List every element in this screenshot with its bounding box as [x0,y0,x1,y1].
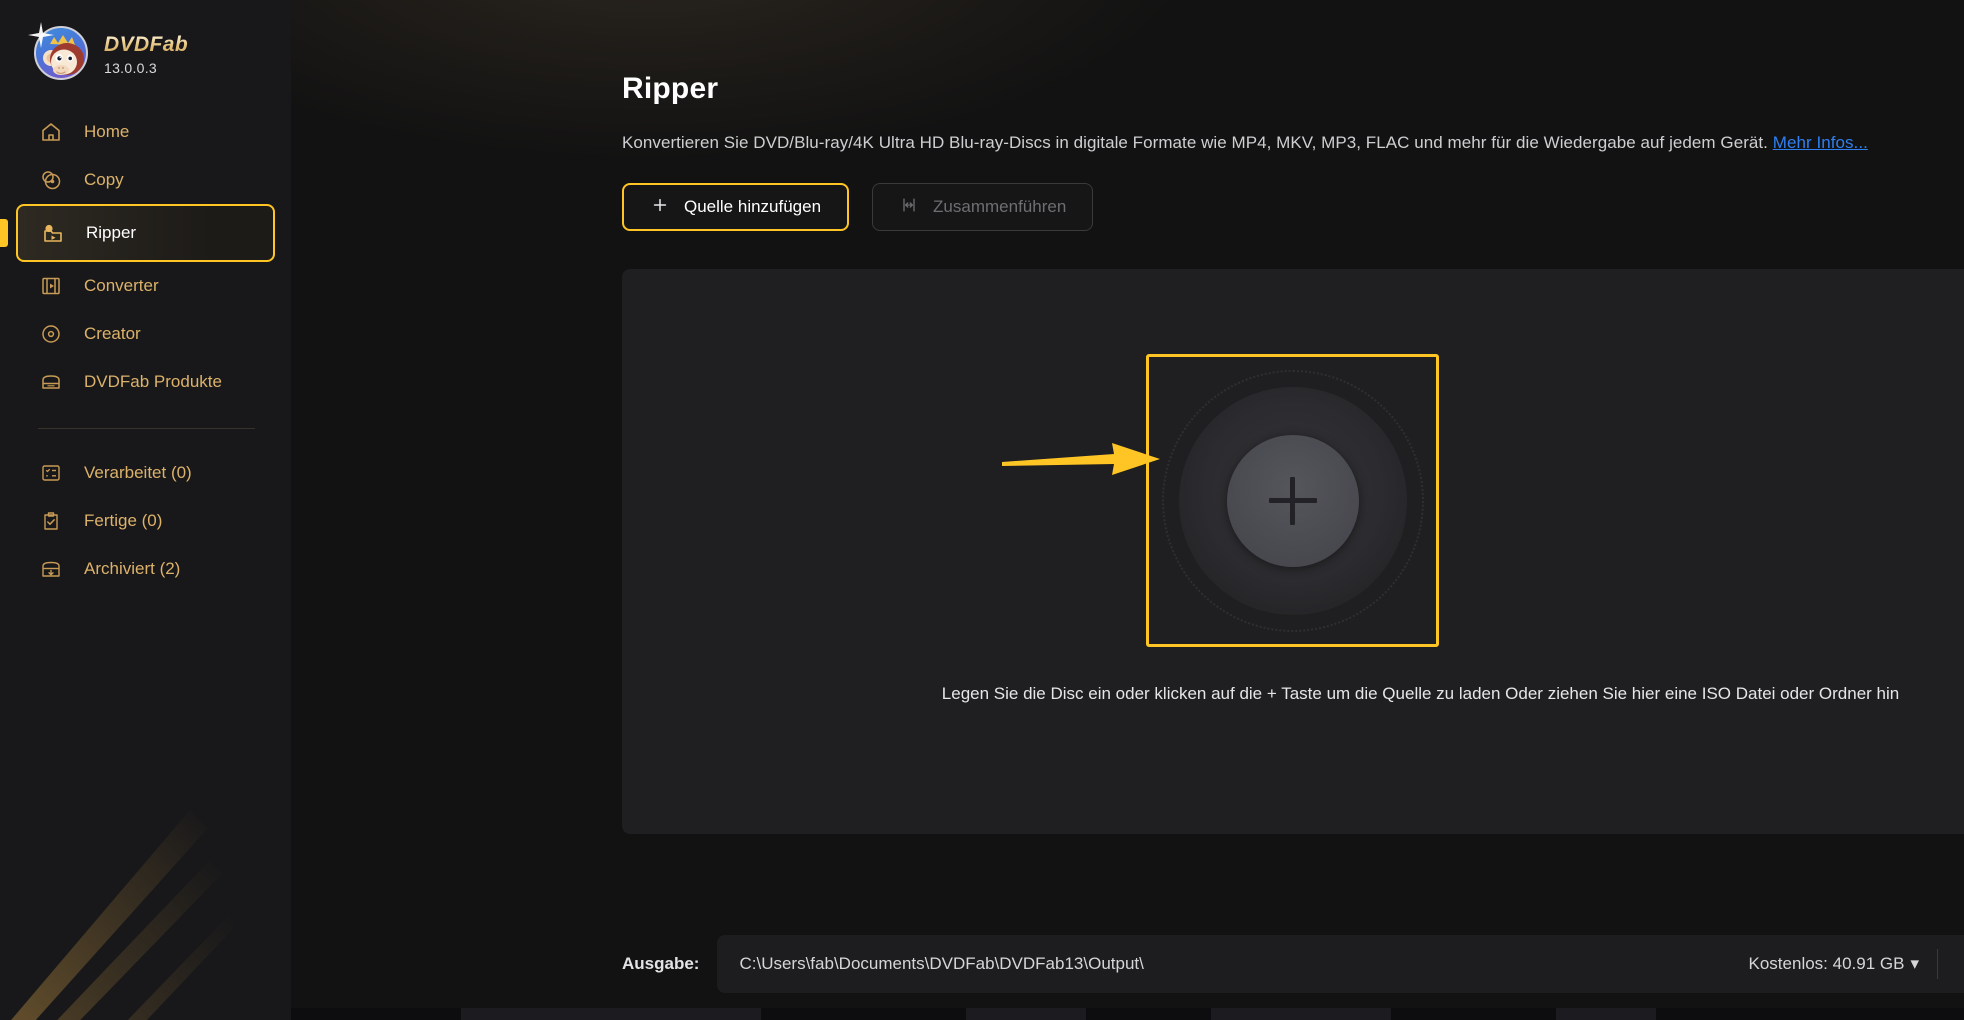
output-path-value: C:\Users\fab\Documents\DVDFab\DVDFab13\O… [739,954,1144,973]
clipboard-check-icon [38,508,64,534]
arrow-right-annotation [1002,443,1160,475]
sidebar-item-dvdfab-produkte[interactable]: DVDFab Produkte [16,358,275,406]
taskbar-strip [291,1008,1964,1020]
free-space-label: Kostenlos: 40.91 GB [1748,954,1905,973]
products-box-icon [38,369,64,395]
active-tab-marker [0,219,8,247]
sidebar-item-label: DVDFab Produkte [84,372,222,391]
sidebar: DVDFab 13.0.0.3 Home Copy Ripper Convert… [0,0,291,1020]
sidebar-item-label: Home [84,122,130,141]
page-description: Konvertieren Sie DVD/Blu-ray/4K Ultra HD… [622,133,1964,153]
sidebar-item-label: Ripper [86,223,137,242]
sidebar-item-copy[interactable]: Copy [16,156,275,204]
output-bar: Ausgabe: C:\Users\fab\Documents\DVDFab\D… [622,935,1964,993]
copy-disc-icon [38,167,64,193]
sidebar-item-archiviert[interactable]: Archiviert (2) [16,545,275,593]
brand-version: 13.0.0.3 [104,59,157,76]
page-title: Ripper [622,72,719,105]
output-path-field[interactable]: C:\Users\fab\Documents\DVDFab\DVDFab13\O… [717,935,1964,993]
archive-box-icon [38,556,64,582]
sidebar-item-verarbeitet[interactable]: Verarbeitet (0) [16,449,275,497]
sparkle-icon [28,22,54,48]
dvdfab-window: DVDFab 13.0.0.3 Home Copy Ripper Convert… [0,0,1964,1020]
page-content: Ripper Konvertieren Sie DVD/Blu-ray/4K U… [291,0,1964,834]
browse-folder-button[interactable] [1952,944,1964,984]
main-area: Ripper Konvertieren Sie DVD/Blu-ray/4K U… [291,0,1964,1020]
merge-button[interactable]: Zusammenführen [872,183,1094,231]
taskbar-chip [461,1008,761,1020]
disc-icon [1178,386,1407,615]
sidebar-item-label: Copy [84,170,124,189]
page-description-text: Konvertieren Sie DVD/Blu-ray/4K Ultra HD… [622,133,1773,152]
dropzone-hint: Legen Sie die Disc ein oder klicken auf … [941,684,1900,703]
sidebar-decorative-glow [11,810,236,1020]
brand-name: DVDFab [104,32,189,56]
disc-hub [1226,434,1359,567]
add-source-disc-button[interactable] [1146,354,1439,647]
more-info-link[interactable]: Mehr Infos... [1773,133,1868,152]
home-icon [38,119,64,145]
sidebar-item-label: Converter [84,276,159,295]
add-source-button[interactable]: Quelle hinzufügen [622,183,850,231]
sidebar-item-fertige[interactable]: Fertige (0) [16,497,275,545]
sidebar-item-ripper[interactable]: Ripper [0,204,275,262]
sidebar-divider [38,428,255,429]
source-dropzone[interactable]: Legen Sie die Disc ein oder klicken auf … [622,269,1964,834]
sidebar-item-home[interactable]: Home [16,108,275,156]
ripper-folder-icon [40,220,66,246]
output-label: Ausgabe: [622,954,700,973]
free-space-dropdown[interactable]: Kostenlos: 40.91 GB ▾ [1749,954,1931,974]
film-strip-icon [38,273,64,299]
brand-block: DVDFab 13.0.0.3 [0,0,291,82]
action-buttons: Quelle hinzufügen Zusammenführen [622,183,1964,231]
sidebar-item-label: Creator [84,324,141,343]
sidebar-item-converter[interactable]: Converter [16,262,275,310]
sidebar-item-label: Verarbeitet (0) [84,463,192,482]
taskbar-chip [1556,1008,1656,1020]
task-list-icon [38,460,64,486]
plus-icon [1268,476,1317,525]
sidebar-item-creator[interactable]: Creator [16,310,275,358]
plus-icon [650,195,670,220]
add-source-label: Quelle hinzufügen [684,197,822,216]
app-logo [28,22,90,82]
taskbar-chip [966,1008,1086,1020]
merge-icon [899,195,919,220]
sidebar-item-label: Archiviert (2) [84,559,181,578]
sidebar-nav: Home Copy Ripper Converter Creator DVDFa… [0,108,291,593]
sidebar-item-label: Fertige (0) [84,511,163,530]
merge-label: Zusammenführen [933,197,1067,216]
chevron-down-icon: ▾ [1910,954,1919,973]
field-divider [1937,949,1938,979]
disc-creator-icon [38,321,64,347]
taskbar-chip [1211,1008,1391,1020]
